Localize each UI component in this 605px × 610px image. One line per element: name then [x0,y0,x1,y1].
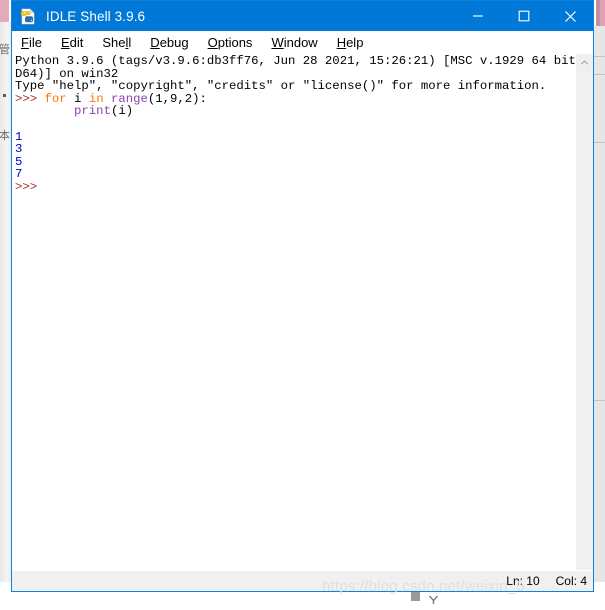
shell-line: >>> [15,181,575,194]
background-rail-divider-3 [593,142,605,143]
menubar: File Edit Shell Debug Options Window Hel… [12,31,593,54]
shell-line: 5 [15,155,575,169]
shell-line: print(i) [15,105,575,118]
menu-item-edit[interactable]: Edit [61,35,83,50]
background-window-pink-strip-right-inner [596,0,600,26]
menu-item-window[interactable]: Window [271,35,317,50]
maximize-button[interactable] [501,1,547,31]
close-button[interactable] [547,1,593,31]
vertical-scrollbar[interactable] [575,54,593,570]
background-rail-divider-2 [593,74,605,75]
shell-line: 3 [15,143,575,156]
shell-token [15,104,74,118]
shell-token: >>> [15,179,45,194]
window-client-area: Python 3.9.6 (tags/v3.9.6:db3ff76, Jun 2… [12,54,593,570]
background-bullet-dot [3,94,6,97]
shell-token: (1,9,2): [147,91,207,106]
background-window-pink-strip-left [0,0,9,22]
shell-token: print [74,104,111,119]
background-cjk-mark-2: 本 [0,129,10,142]
menu-item-debug[interactable]: Debug [150,35,188,50]
menu-item-options[interactable]: Options [208,35,253,50]
taskbar-icon-square[interactable] [411,592,420,601]
menu-item-file[interactable]: File [21,35,42,50]
background-cjk-mark-1: 管 [0,43,10,56]
shell-text-area[interactable]: Python 3.9.6 (tags/v3.9.6:db3ff76, Jun 2… [13,54,575,570]
shell-line: 1 [15,130,575,144]
window-control-buttons [455,1,593,31]
minimize-button[interactable] [455,1,501,31]
menu-item-help[interactable]: Help [337,35,364,50]
window-titlebar[interactable]: IDLE Shell 3.9.6 [12,1,593,31]
background-window-right-rail [593,26,605,582]
background-window-left-sidebar-fill [0,22,11,582]
idle-shell-window: IDLE Shell 3.9.6 File Edit Shell Debug O… [11,0,594,592]
statusbar: Ln: 10 Col: 4 [12,570,593,591]
shell-line [15,118,575,131]
menu-item-shell[interactable]: Shell [102,35,131,50]
scroll-up-arrow-icon[interactable] [576,54,593,71]
python-idle-icon [20,8,37,25]
background-rail-divider-4 [593,400,605,401]
status-line-indicator: Ln: 10 [506,574,540,588]
scrollbar-track[interactable] [576,71,593,570]
taskbar-icon-glyph[interactable] [428,592,439,604]
window-title: IDLE Shell 3.9.6 [46,8,146,24]
shell-token: (i) [110,104,134,119]
background-rail-divider-1 [593,56,605,57]
status-column-indicator: Col: 4 [555,574,587,588]
shell-line: 7 [15,168,575,181]
